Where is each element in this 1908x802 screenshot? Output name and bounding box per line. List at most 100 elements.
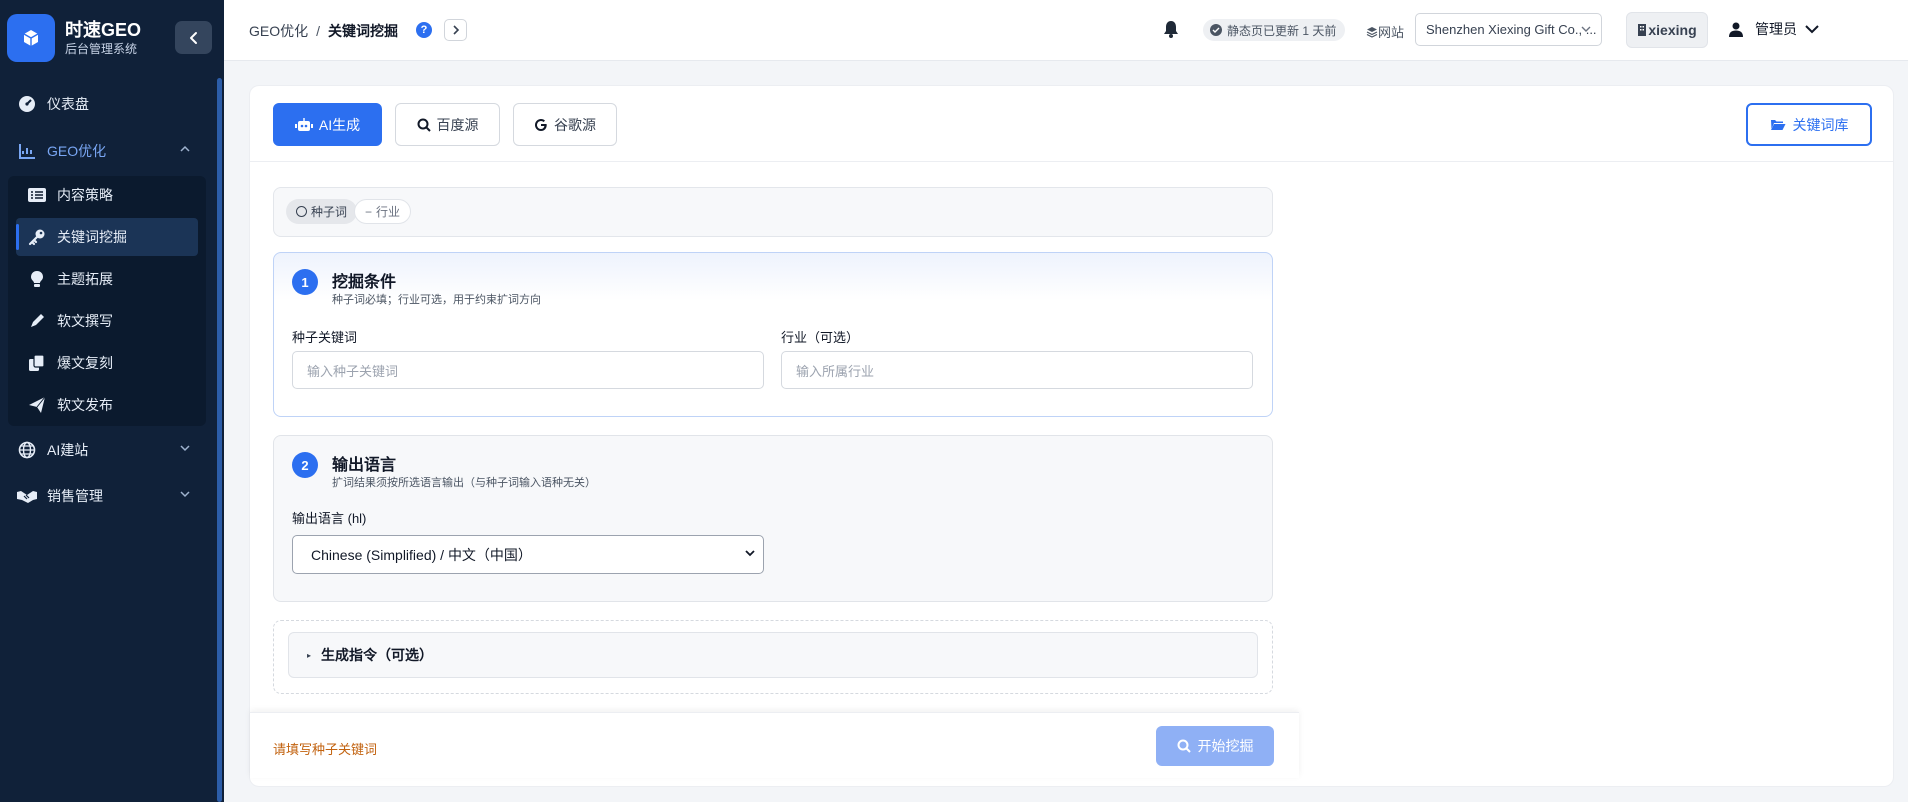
generation-instructions-label: 生成指令（可选） — [321, 647, 434, 663]
layers-icon — [1366, 26, 1378, 38]
paper-plane-icon — [26, 394, 48, 416]
sidebar-item-label: 主题拓展 — [57, 271, 113, 287]
breadcrumb-parent[interactable]: GEO优化 — [249, 21, 308, 41]
sidebar: 时速GEO 后台管理系统 仪表盘 GEO优化 内容策略 关键词挖掘 主题拓展 软… — [0, 0, 224, 802]
step-number: 1 — [292, 269, 318, 295]
tab-google-source[interactable]: 谷歌源 — [513, 103, 617, 146]
validation-warning: 请填写种子关键词 — [273, 742, 378, 757]
sidebar-item-label: GEO优化 — [47, 143, 107, 159]
output-language-select[interactable]: Chinese (Simplified) / 中文（中国） — [292, 535, 764, 574]
search-icon — [1177, 739, 1191, 753]
output-language-section: 2 输出语言 扩词结果须按所选语言输出（与种子词输入语种无关） 输出语言 (hl… — [273, 435, 1273, 602]
site-tag-text: xiexing — [1648, 22, 1697, 38]
site-select-value: Shenzhen Xiexing Gift Co., ... — [1426, 22, 1597, 37]
section-title: 挖掘条件 — [332, 274, 397, 291]
seed-keyword-label: 种子关键词 — [292, 330, 358, 345]
sidebar-item-label: 爆文复刻 — [57, 355, 113, 371]
generation-instructions: ▸ 生成指令（可选） — [273, 620, 1273, 694]
chevron-down-icon — [1581, 26, 1591, 32]
help-icon[interactable]: ? — [416, 22, 432, 38]
brand-name: 时速GEO — [65, 20, 142, 40]
sidebar-item-topic-expansion[interactable]: 主题拓展 — [8, 260, 186, 298]
chip-seed-word[interactable]: 种子词 — [286, 199, 358, 224]
breadcrumb-current: 关键词挖掘 — [328, 23, 399, 39]
tab-baidu-source[interactable]: 百度源 — [395, 103, 500, 146]
tab-label: AI生成 — [318, 116, 361, 133]
minus-icon: − — [365, 204, 373, 219]
user-menu[interactable]: 管理员 — [1723, 16, 1819, 42]
sidebar-item-label: AI建站 — [47, 442, 89, 458]
check-circle-icon — [1210, 24, 1222, 36]
sidebar-item-label: 软文发布 — [57, 397, 113, 413]
sidebar-collapse-button[interactable] — [175, 21, 212, 54]
disclosure-triangle-icon: ▸ — [307, 650, 312, 660]
sidebar-item-sales[interactable]: 销售管理 — [16, 478, 208, 514]
sidebar-scrollbar[interactable] — [217, 78, 222, 802]
search-icon — [417, 118, 431, 132]
action-footer: 请填写种子关键词 开始挖掘 — [250, 712, 1299, 778]
site-select[interactable]: Shenzhen Xiexing Gift Co., ... — [1415, 13, 1602, 46]
sidebar-item-viral-replicate[interactable]: 爆文复刻 — [8, 344, 186, 382]
sidebar-item-label: 关键词挖掘 — [57, 229, 127, 245]
output-language-label: 输出语言 (hl) — [292, 511, 367, 526]
chevron-down-icon — [745, 550, 755, 557]
site-label: 网站 — [1366, 22, 1404, 41]
sidebar-item-content-strategy[interactable]: 内容策略 — [8, 176, 186, 214]
chip-label: 种子词 — [311, 205, 348, 219]
output-language-value: Chinese (Simplified) / 中文（中国） — [311, 546, 532, 563]
chip-label: 行业 — [376, 205, 401, 219]
geo-submenu: 内容策略 关键词挖掘 主题拓展 软文撰写 爆文复刻 软文发布 — [8, 176, 206, 426]
start-mining-label: 开始挖掘 — [1197, 738, 1254, 754]
section-subtitle: 种子词必填；行业可选，用于约束扩词方向 — [332, 294, 541, 306]
gauge-icon — [16, 93, 38, 115]
pen-icon — [26, 310, 48, 332]
industry-label: 行业（可选） — [781, 330, 860, 345]
sidebar-item-geo[interactable]: GEO优化 — [16, 133, 208, 169]
industry-input[interactable]: 输入所属行业 — [781, 351, 1253, 389]
tab-label: 百度源 — [436, 116, 479, 133]
site-tag-button[interactable]: xiexing — [1626, 12, 1708, 48]
start-mining-button[interactable]: 开始挖掘 — [1156, 726, 1274, 766]
sidebar-item-label: 内容策略 — [57, 187, 113, 203]
breadcrumb-separator: / — [316, 23, 321, 39]
brand-subtitle: 后台管理系统 — [65, 42, 138, 56]
chevron-up-icon — [180, 145, 190, 152]
sidebar-item-label: 软文撰写 — [57, 313, 113, 329]
tab-ai-generate[interactable]: AI生成 — [273, 103, 382, 146]
folder-open-icon — [1770, 118, 1786, 131]
chevron-left-icon — [189, 31, 197, 44]
handshake-icon — [16, 485, 38, 507]
sidebar-item-ai-site[interactable]: AI建站 — [16, 432, 208, 468]
robot-icon — [294, 117, 313, 132]
chevron-down-icon — [1805, 25, 1819, 34]
tab-label: 谷歌源 — [554, 116, 596, 133]
section-subtitle: 扩词结果须按所选语言输出（与种子词输入语种无关） — [332, 477, 596, 489]
sidebar-item-article-writing[interactable]: 软文撰写 — [8, 302, 186, 340]
bell-icon[interactable] — [1163, 20, 1179, 41]
keyword-library-button[interactable]: 关键词库 — [1746, 103, 1872, 146]
mining-conditions-section: 1 挖掘条件 种子词必填；行业可选，用于约束扩词方向 种子关键词 输入种子关键词… — [273, 252, 1273, 417]
key-icon — [26, 226, 48, 248]
user-name: 管理员 — [1755, 21, 1797, 37]
chevron-right-icon — [452, 25, 459, 35]
lightbulb-icon — [26, 268, 48, 290]
breadcrumb-next-button[interactable] — [444, 19, 467, 41]
sidebar-item-dashboard[interactable]: 仪表盘 — [16, 86, 208, 122]
step-number: 2 — [292, 452, 318, 478]
circle-icon — [296, 206, 307, 217]
copy-icon — [26, 352, 48, 374]
sidebar-item-label: 销售管理 — [47, 488, 103, 504]
sidebar-item-label: 仪表盘 — [47, 96, 89, 112]
sidebar-item-keyword-mining[interactable]: 关键词挖掘 — [16, 218, 198, 256]
google-icon — [534, 118, 548, 132]
source-tabs: AI生成 百度源 谷歌源 关键词库 — [250, 86, 1893, 162]
generation-instructions-toggle[interactable]: ▸ 生成指令（可选） — [288, 632, 1258, 678]
building-icon — [1638, 24, 1647, 36]
seed-keyword-input[interactable]: 输入种子关键词 — [292, 351, 764, 389]
sidebar-item-article-publish[interactable]: 软文发布 — [8, 386, 186, 424]
keyword-mining-card: AI生成 百度源 谷歌源 关键词库 种子词 − 行业 1 挖掘条件 种子词必填；… — [249, 85, 1894, 787]
section-title: 输出语言 — [332, 457, 397, 474]
breadcrumb: GEO优化 / 关键词挖掘 — [249, 21, 398, 41]
brand[interactable]: 时速GEO 后台管理系统 — [7, 13, 141, 63]
chip-industry[interactable]: − 行业 — [354, 199, 412, 224]
